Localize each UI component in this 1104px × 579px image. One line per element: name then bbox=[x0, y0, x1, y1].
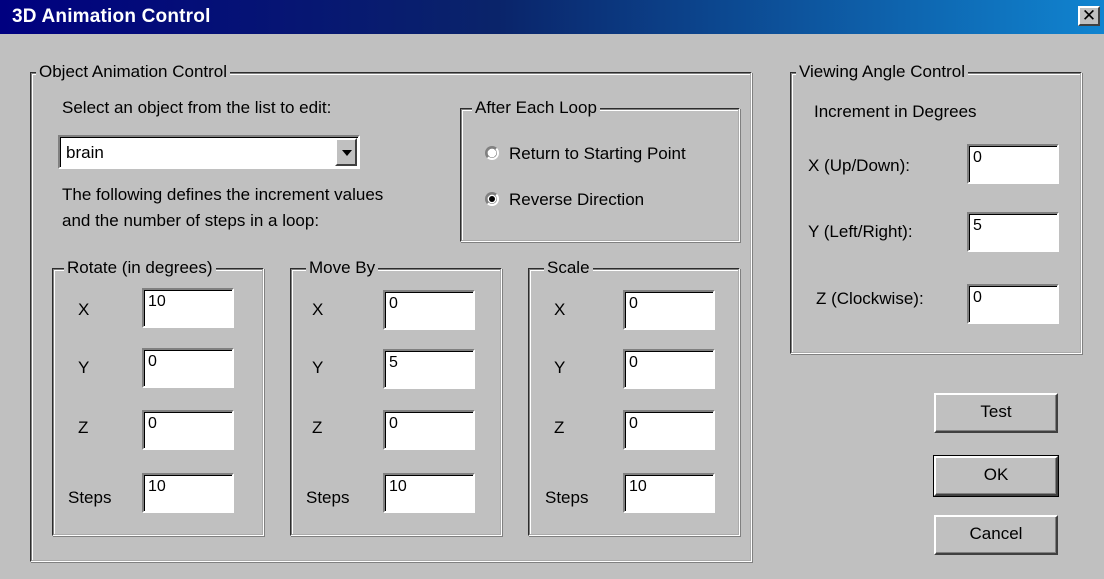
viewing-y-field[interactable]: 5 bbox=[967, 212, 1059, 252]
scale-legend: Scale bbox=[544, 258, 593, 278]
scale-steps-label: Steps bbox=[545, 488, 589, 507]
ok-button[interactable]: OK bbox=[933, 455, 1059, 497]
description-line-2: and the number of steps in a loop: bbox=[62, 211, 320, 230]
radio-return-to-start-label: Return to Starting Point bbox=[509, 144, 686, 163]
object-animation-legend: Object Animation Control bbox=[36, 62, 231, 82]
viewing-z-field[interactable]: 0 bbox=[967, 284, 1059, 324]
scale-x-field[interactable]: 0 bbox=[623, 290, 715, 330]
cancel-button[interactable]: Cancel bbox=[934, 515, 1058, 555]
scale-y-field[interactable]: 0 bbox=[623, 349, 715, 389]
close-button[interactable]: ✕ bbox=[1078, 6, 1100, 26]
object-select[interactable]: brain bbox=[58, 135, 360, 169]
after-loop-group: After Each Loop bbox=[460, 98, 740, 242]
viewing-angle-legend: Viewing Angle Control bbox=[796, 62, 969, 82]
radio-return-to-start-indicator[interactable] bbox=[485, 146, 499, 160]
description-line-1: The following defines the increment valu… bbox=[62, 185, 384, 204]
object-select-value: brain bbox=[66, 143, 104, 162]
viewing-z-label: Z (Clockwise): bbox=[816, 289, 924, 308]
scale-steps-field[interactable]: 10 bbox=[623, 473, 715, 513]
animation-control-dialog: 3D Animation Control ✕ Object Animation … bbox=[0, 0, 1104, 579]
rotate-legend: Rotate (in degrees) bbox=[64, 258, 216, 278]
scale-z-field[interactable]: 0 bbox=[623, 410, 715, 450]
rotate-steps-label: Steps bbox=[68, 488, 112, 507]
scale-y-label: Y bbox=[554, 358, 566, 377]
viewing-subtitle: Increment in Degrees bbox=[814, 102, 977, 121]
rotate-steps-field[interactable]: 10 bbox=[142, 473, 234, 513]
rotate-x-field[interactable]: 10 bbox=[142, 288, 234, 328]
move-y-label: Y bbox=[312, 358, 324, 377]
move-z-label: Z bbox=[312, 418, 323, 437]
test-button[interactable]: Test bbox=[934, 393, 1058, 433]
after-loop-legend: After Each Loop bbox=[472, 98, 600, 118]
viewing-x-field[interactable]: 0 bbox=[967, 144, 1059, 184]
move-by-legend: Move By bbox=[306, 258, 379, 278]
move-x-label: X bbox=[312, 300, 324, 319]
chevron-down-icon[interactable] bbox=[335, 138, 357, 166]
title-bar[interactable]: 3D Animation Control ✕ bbox=[0, 0, 1104, 34]
radio-reverse-direction-indicator[interactable] bbox=[485, 192, 499, 206]
rotate-z-label: Z bbox=[78, 418, 89, 437]
rotate-x-label: X bbox=[78, 300, 90, 319]
rotate-z-field[interactable]: 0 bbox=[142, 410, 234, 450]
scale-x-label: X bbox=[554, 300, 566, 319]
radio-reverse-direction-label: Reverse Direction bbox=[509, 190, 645, 209]
move-x-field[interactable]: 0 bbox=[383, 290, 475, 330]
rotate-y-field[interactable]: 0 bbox=[142, 348, 234, 388]
move-y-field[interactable]: 5 bbox=[383, 349, 475, 389]
rotate-y-label: Y bbox=[78, 358, 90, 377]
scale-z-label: Z bbox=[554, 418, 565, 437]
close-icon: ✕ bbox=[1081, 6, 1097, 25]
move-steps-label: Steps bbox=[306, 488, 350, 507]
viewing-y-label: Y (Left/Right): bbox=[808, 222, 913, 241]
select-object-label: Select an object from the list to edit: bbox=[62, 98, 332, 117]
move-z-field[interactable]: 0 bbox=[383, 410, 475, 450]
window-title: 3D Animation Control bbox=[12, 6, 211, 27]
viewing-x-label: X (Up/Down): bbox=[808, 156, 911, 175]
move-steps-field[interactable]: 10 bbox=[383, 473, 475, 513]
